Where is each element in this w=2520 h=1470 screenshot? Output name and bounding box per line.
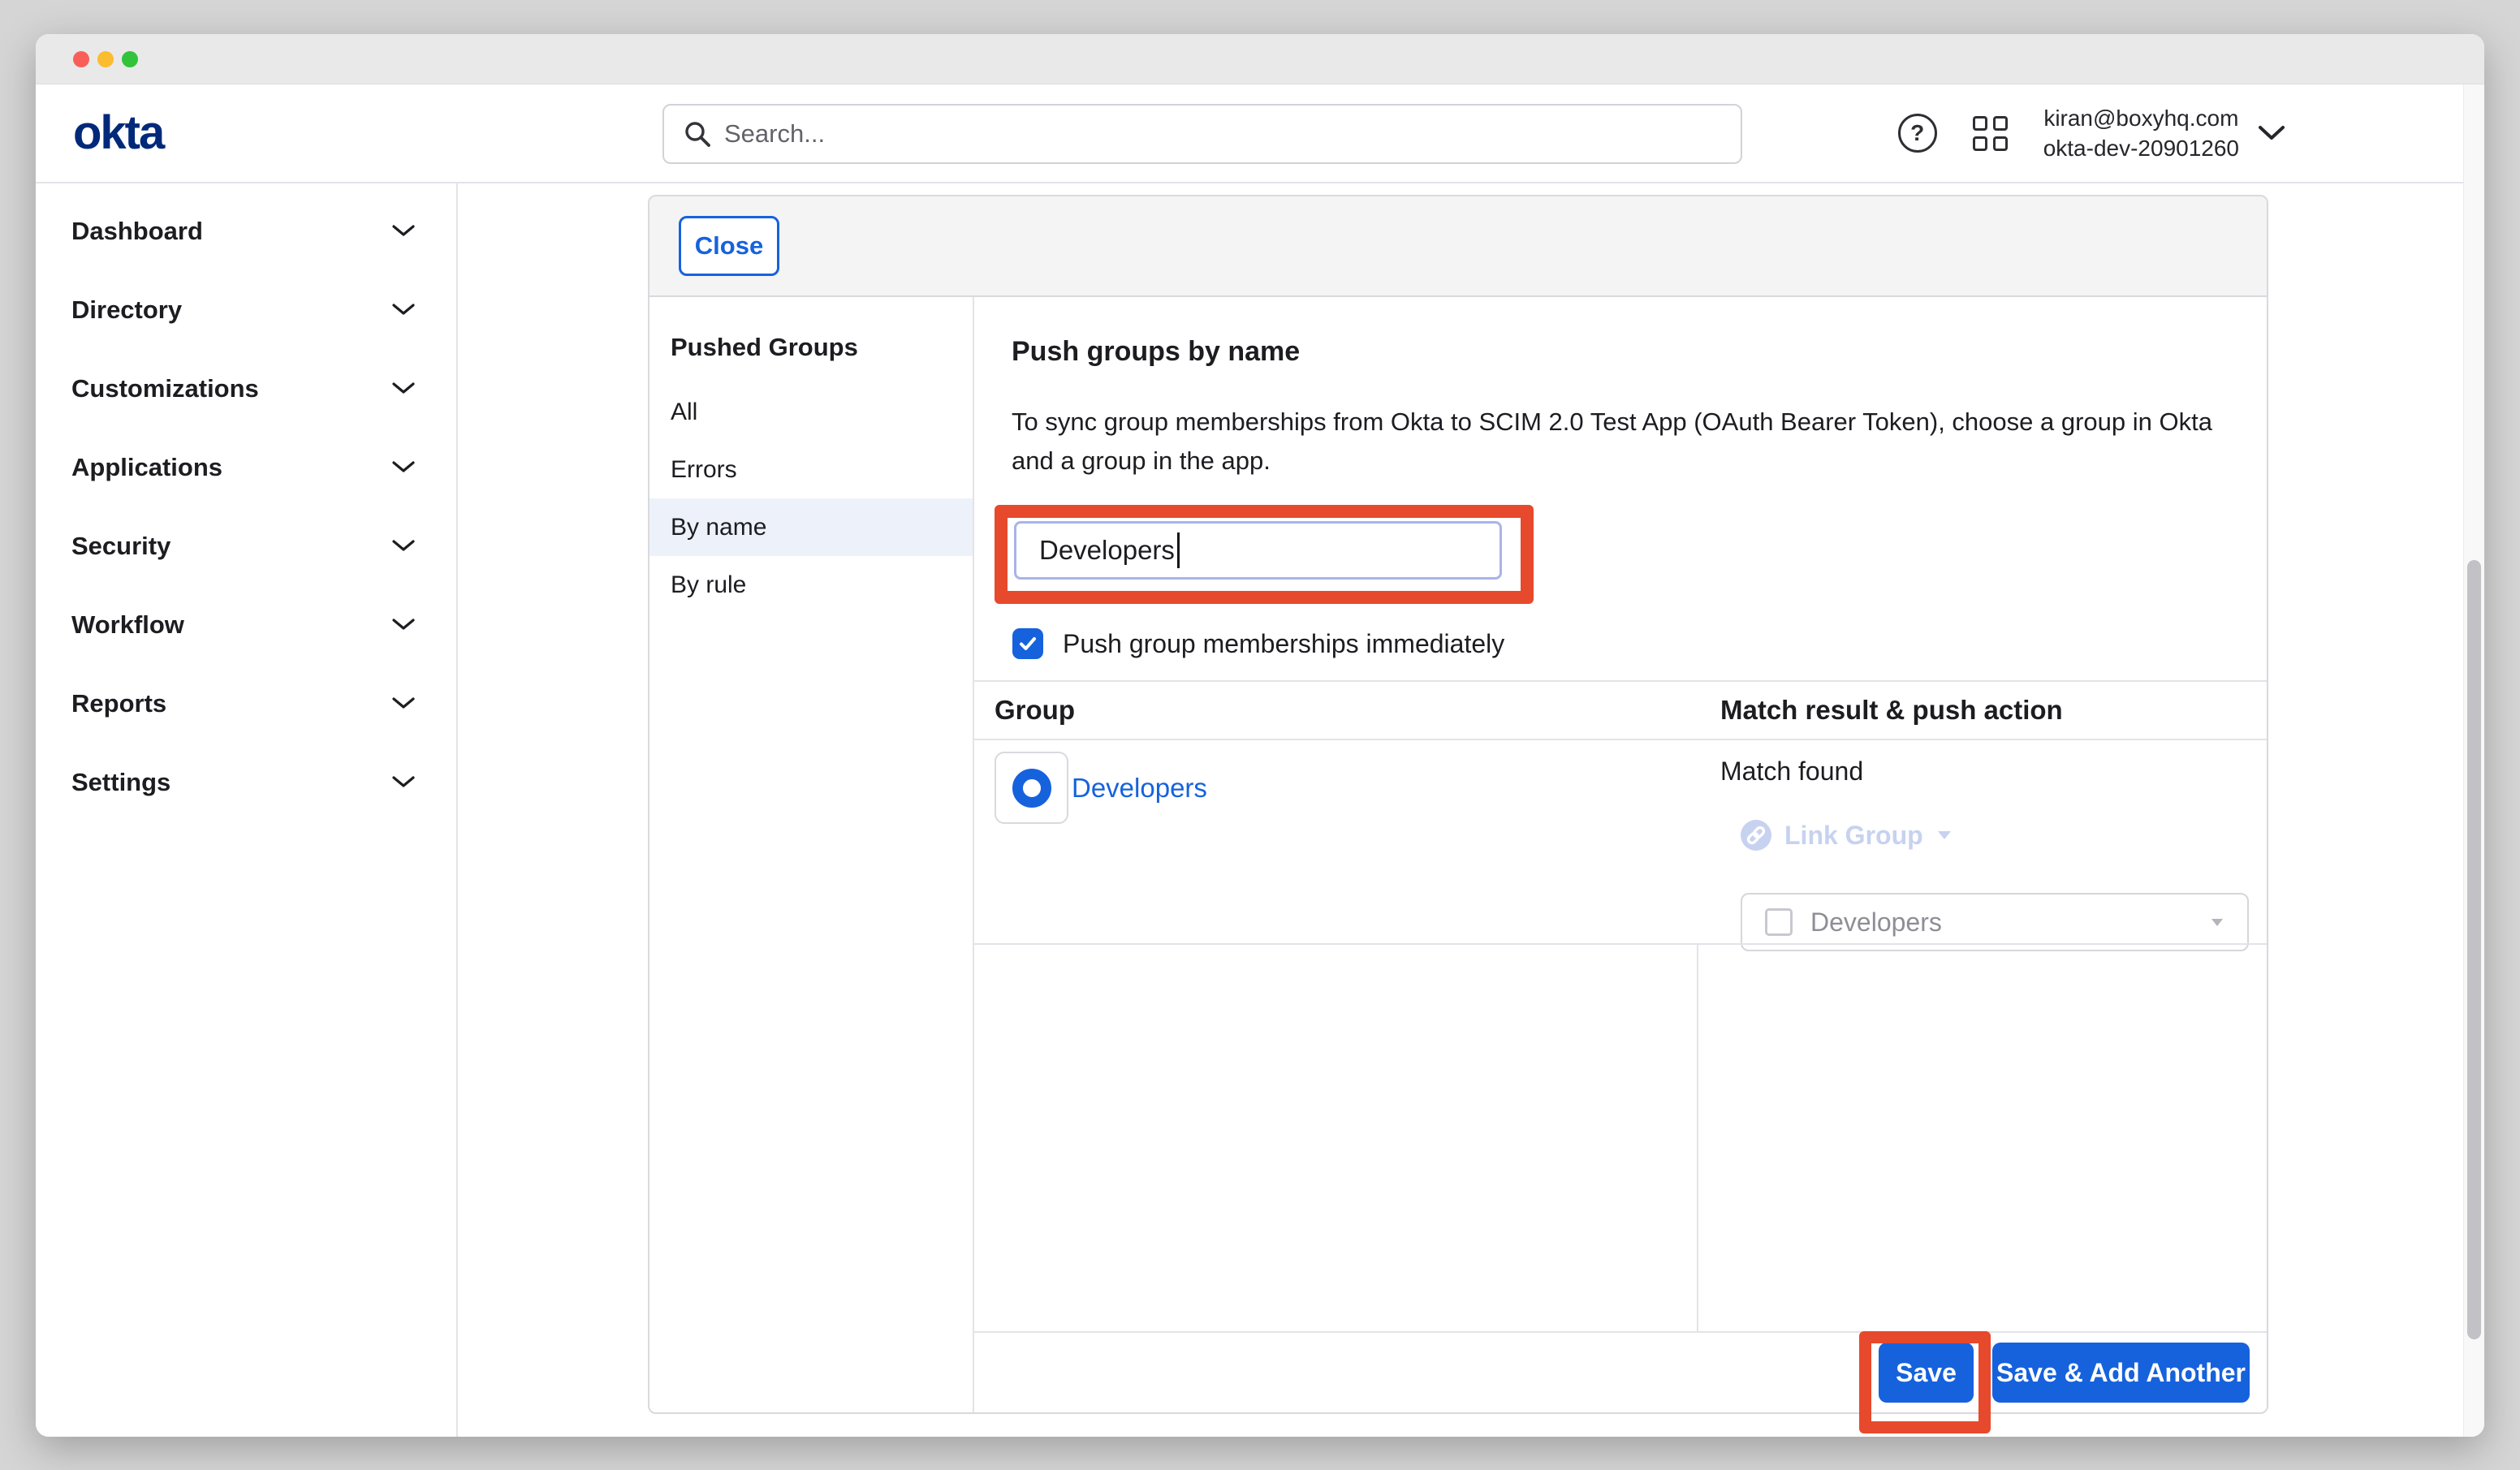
browser-window: okta ? [36,34,2484,1437]
group-icon [1012,769,1051,808]
subnav-tab-errors[interactable]: Errors [649,441,973,498]
grid-icon [1973,116,1987,131]
subnav-tab-by-name[interactable]: By name [649,498,973,556]
form-description: To sync group memberships from Okta to S… [1012,403,2229,481]
column-header-match: Match result & push action [1720,695,2063,726]
subnav-tab-by-rule[interactable]: By rule [649,556,973,614]
chevron-down-icon [391,303,416,317]
group-name-link[interactable]: Developers [1072,773,1207,804]
sidebar-item-directory[interactable]: Directory [36,270,456,349]
chevron-down-icon [391,775,416,789]
chevron-down-icon [2257,124,2286,142]
scrollbar-thumb[interactable] [2467,560,2481,1339]
sidebar-item-settings[interactable]: Settings [36,743,456,821]
table-column-divider [1697,945,1698,1331]
subnav-title: Pushed Groups [671,333,973,362]
panel-body: Pushed Groups All Errors By name By rule… [649,297,2267,1412]
apps-grid-button[interactable] [1973,116,2008,151]
chevron-down-icon [391,539,416,553]
pushed-groups-subnav: Pushed Groups All Errors By name By rule [649,297,974,1412]
push-immediately-checkbox[interactable] [1012,628,1043,659]
push-immediately-label: Push group memberships immediately [1063,629,1504,659]
table-header-divider [974,739,2267,740]
search-icon [684,120,711,148]
save-button[interactable]: Save [1879,1343,1974,1403]
push-by-name-form: Push groups by name To sync group member… [974,297,2267,1412]
subnav-tab-all[interactable]: All [649,383,973,441]
account-menu[interactable]: kiran@boxyhq.com okta-dev-20901260 [2043,103,2286,163]
header-right-cluster: ? kiran@boxyhq.com okta-dev-20901260 [1898,84,2286,182]
sidebar-item-workflow[interactable]: Workflow [36,585,456,664]
link-group-label: Link Group [1784,821,1923,851]
okta-logo[interactable]: okta [73,110,163,157]
table-top-divider [974,680,2267,682]
link-icon [1741,820,1771,851]
match-status-text: Match found [1720,757,1863,787]
table-row-divider [974,943,2267,945]
app-body: Dashboard Directory Customizations Appli… [36,183,2484,1437]
caret-down-icon [1936,830,1953,841]
desktop-background: okta ? [0,0,2520,1470]
account-email: kiran@boxyhq.com [2043,103,2239,133]
close-window-button[interactable] [73,51,89,67]
scrollbar-track[interactable] [2463,84,2484,1437]
push-groups-panel: Close Pushed Groups All Errors By name B… [648,195,2268,1414]
question-mark-icon: ? [1910,120,1924,146]
push-immediately-row: Push group memberships immediately [1012,628,1504,659]
checkbox-outline-icon [1765,908,1793,936]
minimize-window-button[interactable] [97,51,114,67]
chevron-down-icon [391,382,416,395]
chevron-down-icon [391,618,416,632]
chevron-down-icon [391,224,416,238]
sidebar: Dashboard Directory Customizations Appli… [36,183,458,1437]
text-caret [1177,532,1180,568]
sidebar-item-applications[interactable]: Applications [36,428,456,507]
group-name-input[interactable]: Developers [1014,521,1502,580]
sidebar-item-reports[interactable]: Reports [36,664,456,743]
footer-divider [974,1331,2267,1333]
sidebar-item-customizations[interactable]: Customizations [36,349,456,428]
search-bar[interactable] [662,104,1742,164]
checkmark-icon [1017,633,1038,654]
column-header-group: Group [995,695,1075,726]
help-button[interactable]: ? [1898,114,1937,153]
main-content: Close Pushed Groups All Errors By name B… [458,183,2484,1437]
chevron-down-icon [391,696,416,710]
app-header: okta ? [36,84,2484,183]
sidebar-item-security[interactable]: Security [36,507,456,585]
app-group-select-value: Developers [1810,907,2192,938]
group-avatar [995,752,1068,824]
search-input[interactable] [724,119,1721,149]
account-org-id: okta-dev-20901260 [2043,133,2239,163]
form-heading: Push groups by name [1012,336,1300,368]
zoom-window-button[interactable] [122,51,138,67]
chevron-down-icon [391,460,416,474]
save-add-another-button[interactable]: Save & Add Another [1992,1343,2250,1403]
link-group-button[interactable]: Link Group [1741,820,1953,851]
close-button[interactable]: Close [679,216,779,276]
group-name-input-value: Developers [1039,535,1175,566]
caret-down-icon [2210,917,2224,928]
sidebar-item-dashboard[interactable]: Dashboard [36,192,456,270]
panel-header: Close [649,196,2267,297]
window-titlebar [36,34,2484,84]
